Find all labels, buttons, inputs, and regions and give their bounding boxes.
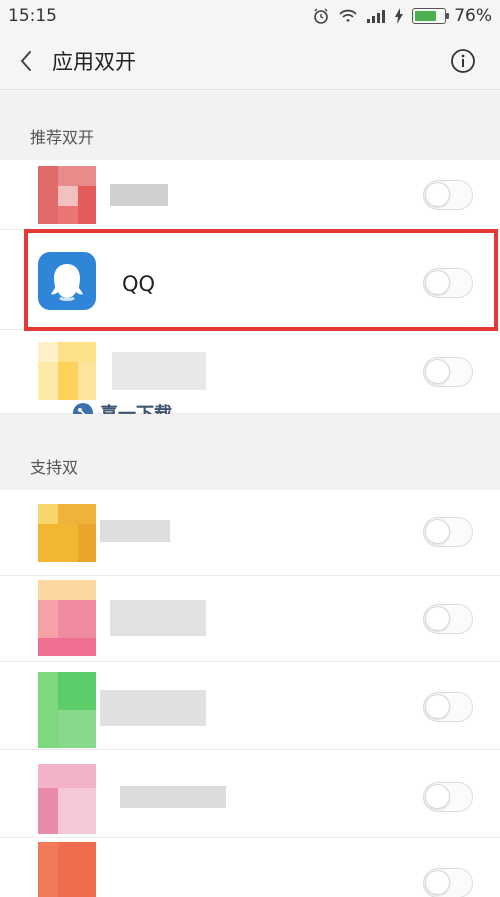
alarm-icon	[314, 8, 329, 24]
battery-icon	[412, 8, 450, 24]
dual-app-toggle[interactable]	[423, 868, 473, 897]
dual-app-toggle[interactable]	[423, 357, 473, 387]
title-bar: 应用双开	[0, 32, 500, 90]
blurred-app-name	[110, 184, 168, 206]
signal-icon	[367, 10, 386, 23]
app-icon	[38, 842, 96, 897]
app-row[interactable]	[0, 838, 500, 897]
app-icon	[38, 342, 96, 400]
dual-app-toggle[interactable]	[423, 782, 473, 812]
info-button[interactable]	[450, 48, 476, 74]
app-icon	[38, 580, 96, 656]
dual-app-toggle[interactable]	[423, 692, 473, 722]
blurred-app-name	[110, 600, 206, 636]
app-row[interactable]	[0, 750, 500, 838]
back-icon	[20, 50, 31, 71]
status-bar: 15:15 76%	[0, 0, 500, 32]
section-label: 推荐双开	[30, 128, 95, 147]
app-name: QQ	[122, 272, 156, 296]
back-button[interactable]	[0, 32, 52, 90]
blurred-app-name	[100, 690, 206, 726]
dual-app-toggle[interactable]	[423, 180, 473, 210]
section-label: 支持双	[30, 458, 79, 477]
app-icon	[38, 764, 96, 834]
blurred-app-name	[120, 786, 226, 808]
charging-icon	[395, 8, 404, 24]
qq-icon	[38, 252, 96, 310]
app-icon	[38, 504, 96, 562]
blurred-app-name	[100, 520, 170, 542]
status-time: 15:15	[8, 6, 57, 26]
status-icons: 76%	[312, 6, 492, 26]
app-row[interactable]	[0, 662, 500, 750]
dual-app-toggle[interactable]	[423, 604, 473, 634]
dual-app-toggle[interactable]	[423, 517, 473, 547]
app-row[interactable]	[0, 490, 500, 576]
battery-percent: 76%	[454, 6, 492, 26]
app-icon	[38, 166, 96, 224]
page-title: 应用双开	[52, 49, 136, 74]
blurred-app-name	[112, 352, 206, 390]
section-header-recommended: 推荐双开	[0, 92, 500, 160]
info-icon	[451, 49, 475, 73]
qq-dual-app-toggle[interactable]	[423, 268, 473, 298]
app-row-qq[interactable]: QQ	[0, 230, 500, 330]
app-row[interactable]	[0, 160, 500, 230]
wifi-icon	[339, 9, 357, 22]
section-header-supported: 支持双	[0, 414, 500, 490]
app-icon	[38, 672, 96, 748]
app-row[interactable]	[0, 576, 500, 662]
